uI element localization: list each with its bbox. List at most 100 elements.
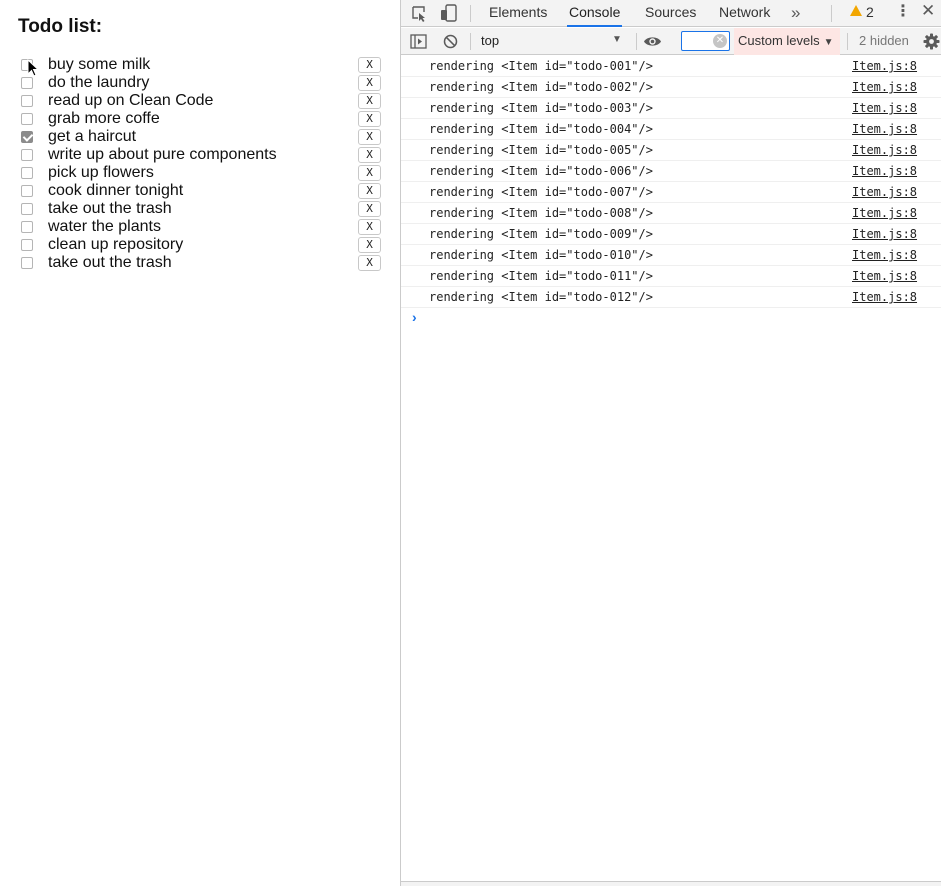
console-message-text: rendering <Item id="todo-002"/>	[429, 80, 653, 94]
todo-text: do the laundry	[48, 74, 150, 91]
delete-button[interactable]: X	[358, 57, 381, 73]
list-item: clean up repository X	[0, 236, 400, 254]
source-link[interactable]: Item.js:8	[852, 185, 917, 199]
delete-button[interactable]: X	[358, 219, 381, 235]
console-message-text: rendering <Item id="todo-007"/>	[429, 185, 653, 199]
console-message: rendering <Item id="todo-010"/> Item.js:8	[401, 245, 941, 266]
log-levels-dropdown[interactable]: Custom levels ▼	[734, 28, 840, 55]
clear-filter-icon[interactable]: ✕	[713, 34, 727, 48]
console-message-text: rendering <Item id="todo-010"/>	[429, 248, 653, 262]
todo-checkbox[interactable]	[21, 149, 33, 161]
todo-checkbox[interactable]	[21, 239, 33, 251]
clear-console-icon[interactable]	[443, 34, 458, 49]
todo-checkbox[interactable]	[21, 185, 33, 197]
delete-button[interactable]: X	[358, 147, 381, 163]
eye-icon[interactable]	[643, 35, 662, 48]
prompt-chevron-icon: ›	[412, 309, 417, 325]
source-link[interactable]: Item.js:8	[852, 101, 917, 115]
delete-button[interactable]: X	[358, 201, 381, 217]
source-link[interactable]: Item.js:8	[852, 164, 917, 178]
todo-checkbox[interactable]	[21, 77, 33, 89]
context-value: top	[481, 33, 500, 48]
todo-text: buy some milk	[48, 56, 151, 73]
tab-network[interactable]: Network	[717, 0, 772, 27]
more-tabs-icon[interactable]: »	[791, 4, 800, 21]
filter-input[interactable]: ✕	[681, 31, 730, 51]
todo-list: buy some milk Xdo the laundry Xread up on …	[0, 56, 400, 272]
todo-checkbox[interactable]	[21, 113, 33, 125]
toolbar-separator	[847, 33, 848, 50]
sidebar-toggle-icon[interactable]	[410, 34, 427, 49]
todo-text: pick up flowers	[48, 164, 154, 181]
warning-count[interactable]: 2	[866, 4, 874, 20]
todo-checkbox[interactable]	[21, 257, 33, 269]
todo-checkbox[interactable]	[21, 167, 33, 179]
todo-text: take out the trash	[48, 200, 172, 217]
console-message-text: rendering <Item id="todo-008"/>	[429, 206, 653, 220]
console-prompt[interactable]: ›	[401, 308, 941, 330]
console-message: rendering <Item id="todo-003"/> Item.js:8	[401, 98, 941, 119]
kebab-menu-icon[interactable]: ⋮	[895, 4, 911, 20]
toolbar-separator	[470, 33, 471, 50]
source-link[interactable]: Item.js:8	[852, 59, 917, 73]
delete-button[interactable]: X	[358, 165, 381, 181]
delete-button[interactable]: X	[358, 111, 381, 127]
todo-text: write up about pure components	[48, 146, 277, 163]
inspect-element-icon[interactable]	[411, 5, 428, 22]
console-message: rendering <Item id="todo-001"/> Item.js:8	[401, 56, 941, 77]
console-message: rendering <Item id="todo-006"/> Item.js:8	[401, 161, 941, 182]
delete-button[interactable]: X	[358, 129, 381, 145]
list-item: grab more coffe X	[0, 110, 400, 128]
context-select[interactable]: top	[481, 28, 629, 55]
source-link[interactable]: Item.js:8	[852, 143, 917, 157]
list-item: read up on Clean Code X	[0, 92, 400, 110]
delete-button[interactable]: X	[358, 237, 381, 253]
delete-button[interactable]: X	[358, 93, 381, 109]
console-message-text: rendering <Item id="todo-003"/>	[429, 101, 653, 115]
console-message-text: rendering <Item id="todo-006"/>	[429, 164, 653, 178]
delete-button[interactable]: X	[358, 183, 381, 199]
todo-checkbox[interactable]	[21, 95, 33, 107]
todo-checkbox[interactable]	[21, 131, 33, 143]
tab-console[interactable]: Console	[567, 0, 623, 27]
console-message: rendering <Item id="todo-007"/> Item.js:8	[401, 182, 941, 203]
todo-checkbox[interactable]	[21, 203, 33, 215]
source-link[interactable]: Item.js:8	[852, 248, 917, 262]
page-title: Todo list:	[18, 16, 103, 37]
console-message: rendering <Item id="todo-008"/> Item.js:8	[401, 203, 941, 224]
tab-separator	[831, 5, 832, 22]
source-link[interactable]: Item.js:8	[852, 227, 917, 241]
todo-checkbox[interactable]	[21, 221, 33, 233]
list-item: buy some milk X	[0, 56, 400, 74]
console-message-text: rendering <Item id="todo-009"/>	[429, 227, 653, 241]
delete-button[interactable]: X	[358, 75, 381, 91]
tab-sources[interactable]: Sources	[643, 0, 698, 27]
tab-separator	[470, 5, 471, 22]
delete-button[interactable]: X	[358, 255, 381, 271]
list-item: pick up flowers X	[0, 164, 400, 182]
close-icon[interactable]: ✕	[921, 2, 935, 19]
device-toolbar-icon[interactable]	[440, 4, 458, 22]
console-message: rendering <Item id="todo-005"/> Item.js:8	[401, 140, 941, 161]
devtools-tab-bar: Elements Console Sources Network » 2 ⋮ ✕	[401, 0, 941, 27]
tab-elements[interactable]: Elements	[487, 0, 549, 27]
todo-text: grab more coffe	[48, 110, 160, 127]
todo-text: get a haircut	[48, 128, 137, 145]
hidden-messages-count: 2 hidden	[859, 33, 909, 48]
todo-app: Todo list: buy some milk Xdo the laundry X…	[0, 0, 400, 886]
gear-icon[interactable]	[923, 33, 940, 50]
console-toolbar: top ▼ ✕ Custom levels ▼ 2 hidden	[401, 28, 941, 55]
source-link[interactable]: Item.js:8	[852, 269, 917, 283]
source-link[interactable]: Item.js:8	[852, 206, 917, 220]
console-message-text: rendering <Item id="todo-005"/>	[429, 143, 653, 157]
dropdown-arrow-icon[interactable]: ▼	[612, 34, 622, 45]
todo-text: take out the trash	[48, 254, 172, 271]
source-link[interactable]: Item.js:8	[852, 290, 917, 304]
console-message: rendering <Item id="todo-004"/> Item.js:8	[401, 119, 941, 140]
source-link[interactable]: Item.js:8	[852, 80, 917, 94]
list-item: do the laundry X	[0, 74, 400, 92]
log-levels-label: Custom levels	[738, 33, 820, 48]
list-item: take out the trash X	[0, 254, 400, 272]
warning-icon[interactable]	[850, 5, 862, 16]
source-link[interactable]: Item.js:8	[852, 122, 917, 136]
